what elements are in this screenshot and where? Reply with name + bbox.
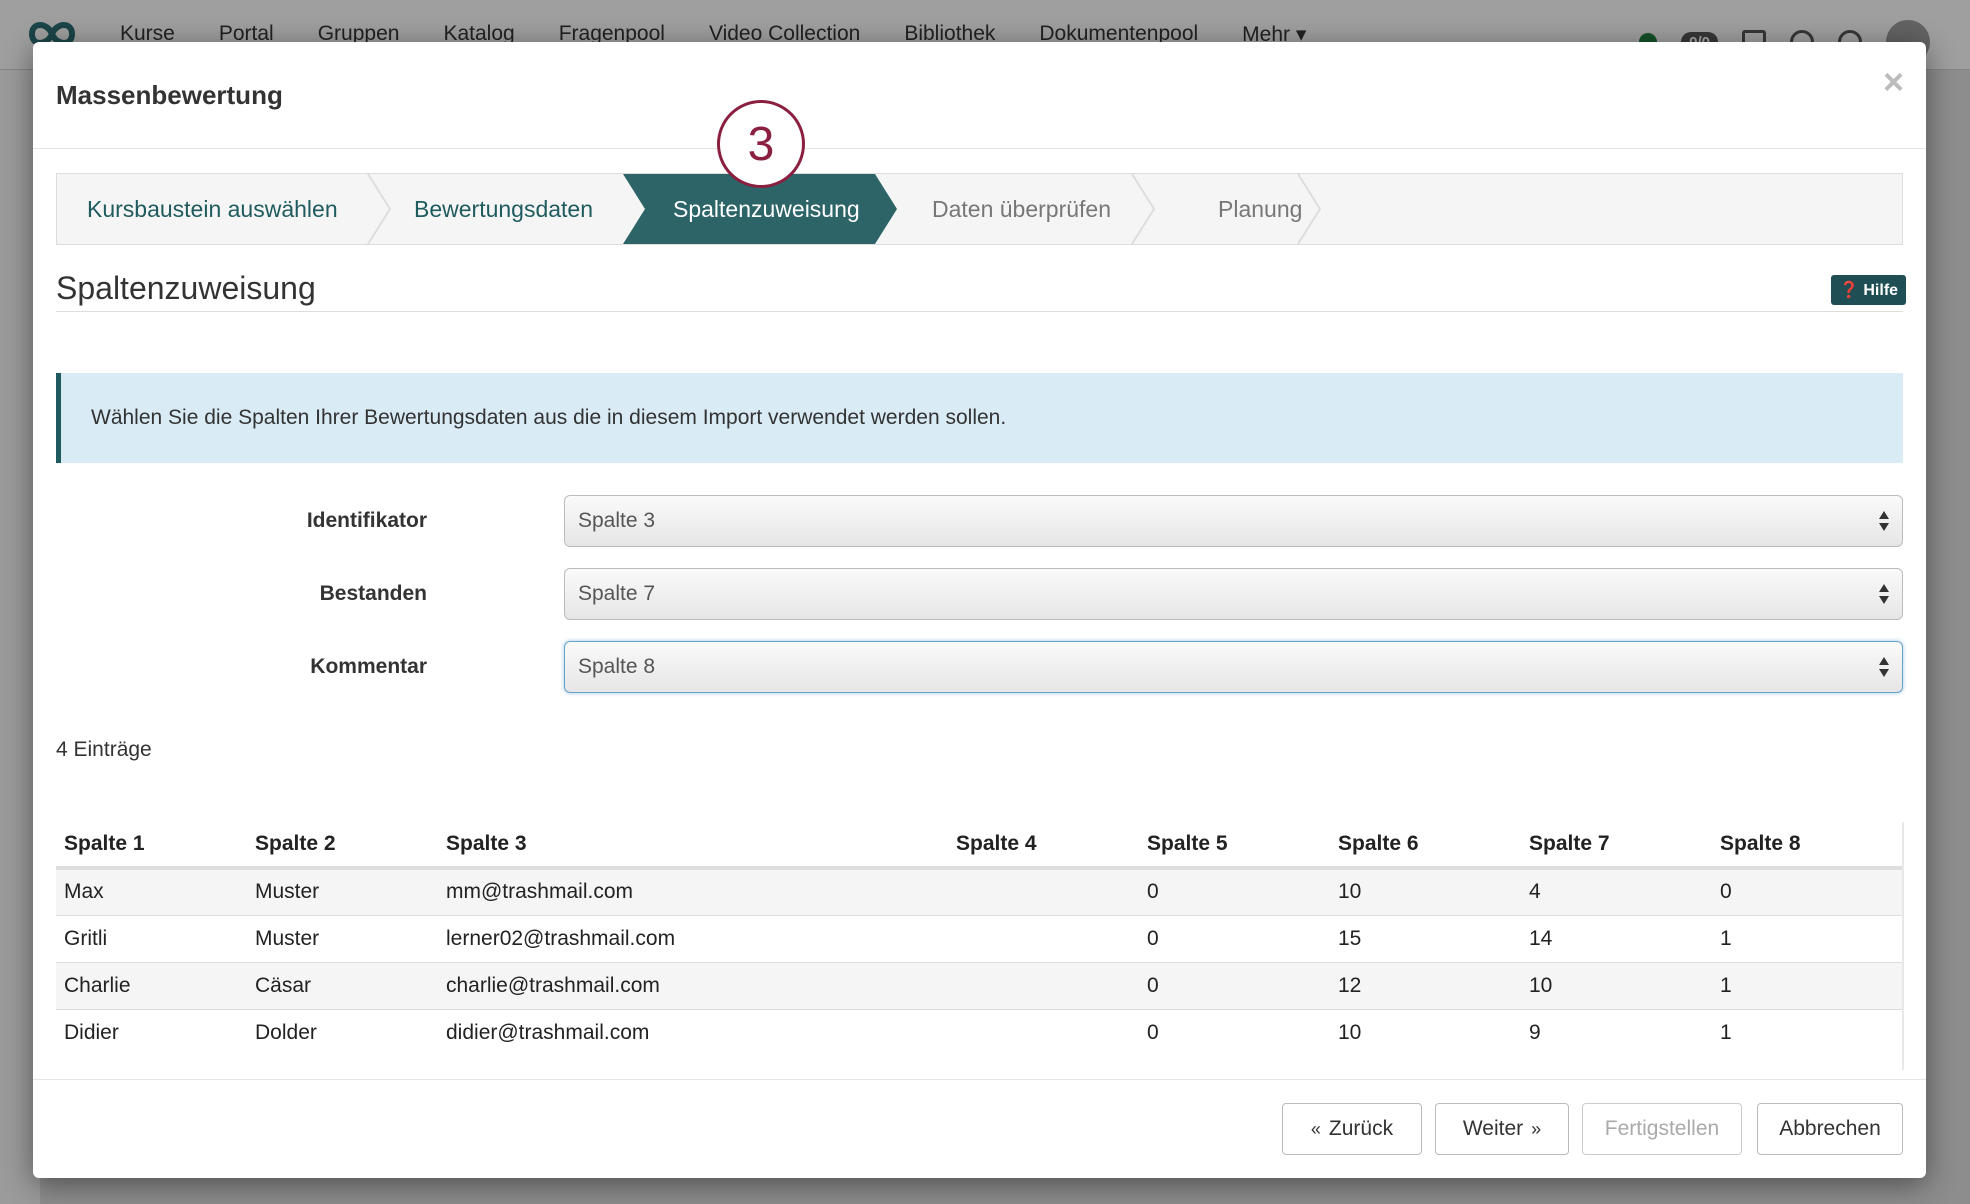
table-cell: Cäsar [247, 961, 438, 1009]
passed-select-value: Spalte 7 [578, 582, 656, 605]
double-chevron-left-icon: « [1310, 1118, 1321, 1139]
table-row: Max Muster mm@trashmail.com 0 10 4 0 [56, 867, 1903, 915]
cancel-button[interactable]: Abbrechen [1757, 1103, 1903, 1155]
column-header: Spalte 6 [1330, 822, 1521, 870]
table-cell: 1 [1712, 1008, 1903, 1056]
table-cell: lerner02@trashmail.com [438, 914, 948, 962]
column-header: Spalte 4 [948, 822, 1139, 870]
table-cell: charlie@trashmail.com [438, 961, 948, 1009]
passed-label: Bestanden [319, 582, 427, 605]
identifier-label: Identifikator [306, 509, 427, 532]
column-header: Spalte 7 [1521, 822, 1712, 870]
table-cell [948, 961, 1139, 1009]
table-cell: 12 [1330, 961, 1521, 1009]
table-cell: 14 [1521, 914, 1712, 962]
step-separator-icon [1131, 174, 1156, 244]
table-cell: Didier [56, 1008, 247, 1056]
table-cell: 0 [1139, 961, 1330, 1009]
select-arrows-icon [1879, 657, 1889, 677]
identifier-select[interactable]: Spalte 3 [564, 495, 1903, 547]
table-cell: Charlie [56, 961, 247, 1009]
back-button[interactable]: « Zurück [1282, 1103, 1422, 1155]
table-cell: 9 [1521, 1008, 1712, 1056]
table-cell: Max [56, 867, 247, 915]
form-row-identifier: Identifikator Spalte 3 [56, 495, 1903, 547]
table-cell: 0 [1139, 1008, 1330, 1056]
dialog-footer-divider [33, 1079, 1926, 1080]
column-header: Spalte 5 [1139, 822, 1330, 870]
step-assessment-data[interactable]: Bewertungsdaten [414, 174, 593, 244]
step-select-course-element[interactable]: Kursbaustein auswählen [87, 174, 338, 244]
table-cell: 0 [1712, 867, 1903, 915]
step-planning: Planung [1218, 195, 1303, 222]
info-message: Wählen Sie die Spalten Ihrer Bewertungsd… [56, 373, 1903, 463]
select-arrows-icon [1879, 511, 1889, 531]
finish-button[interactable]: Fertigstellen [1582, 1103, 1742, 1155]
page-title: Spaltenzuweisung [56, 270, 316, 306]
comment-select-value: Spalte 8 [578, 655, 656, 678]
entry-count: 4 Einträge [56, 738, 152, 761]
table-cell [948, 1008, 1139, 1056]
table-header-row: Spalte 1 Spalte 2 Spalte 3 Spalte 4 Spal… [56, 822, 1903, 870]
table-cell: 10 [1330, 867, 1521, 915]
double-chevron-right-icon: » [1531, 1118, 1542, 1139]
table-scroll-edge [1902, 822, 1904, 1070]
back-button-label: Zurück [1328, 1117, 1394, 1140]
form-row-passed: Bestanden Spalte 7 [56, 568, 1903, 620]
table-cell: 15 [1330, 914, 1521, 962]
close-icon[interactable]: × [1883, 64, 1904, 100]
help-icon: ❓ [1839, 282, 1859, 299]
dialog-title: Massenbewertung [56, 80, 283, 110]
step-check-data: Daten überprüfen [932, 195, 1112, 222]
column-header: Spalte 1 [56, 822, 247, 870]
bulk-assessment-dialog: Massenbewertung × Kursbaustein auswählen… [33, 42, 1926, 1178]
table-cell: Muster [247, 914, 438, 962]
table-cell: 0 [1139, 914, 1330, 962]
column-header: Spalte 3 [438, 822, 948, 870]
help-button[interactable]: ❓ Hilfe [1831, 275, 1907, 305]
table-cell [948, 867, 1139, 915]
data-preview-table: Spalte 1 Spalte 2 Spalte 3 Spalte 4 Spal… [56, 822, 1903, 1056]
table-cell: 1 [1712, 914, 1903, 962]
next-button[interactable]: Weiter » [1435, 1103, 1569, 1155]
table-row: Didier Dolder didier@trashmail.com 0 10 … [56, 1008, 1903, 1056]
table-cell: 1 [1712, 961, 1903, 1009]
table-row: Charlie Cäsar charlie@trashmail.com 0 12… [56, 961, 1903, 1009]
table-cell: Gritli [56, 914, 247, 962]
divider [56, 311, 1903, 312]
step-separator-icon [367, 174, 392, 244]
dialog-header: Massenbewertung × [33, 42, 1926, 149]
column-header: Spalte 2 [247, 822, 438, 870]
step-number-callout: 3 [717, 100, 805, 188]
comment-label: Kommentar [310, 655, 427, 678]
table-cell: 4 [1521, 867, 1712, 915]
table-cell: 10 [1521, 961, 1712, 1009]
table-cell: 10 [1330, 1008, 1521, 1056]
next-button-label: Weiter [1462, 1117, 1524, 1140]
help-label: Hilfe [1863, 282, 1899, 299]
table-cell: mm@trashmail.com [438, 867, 948, 915]
column-header: Spalte 8 [1712, 822, 1903, 870]
wizard-steps: Kursbaustein auswählen Bewertungsdaten S… [56, 173, 1903, 245]
identifier-select-value: Spalte 3 [578, 509, 656, 532]
table-cell: Muster [247, 867, 438, 915]
table-cell: didier@trashmail.com [438, 1008, 948, 1056]
table-cell: Dolder [247, 1008, 438, 1056]
table-row: Gritli Muster lerner02@trashmail.com 0 1… [56, 914, 1903, 962]
table-cell: 0 [1139, 867, 1330, 915]
table-cell [948, 914, 1139, 962]
select-arrows-icon [1879, 584, 1889, 604]
form-row-comment: Kommentar Spalte 8 [56, 641, 1903, 693]
passed-select[interactable]: Spalte 7 [564, 568, 1903, 620]
comment-select[interactable]: Spalte 8 [564, 641, 1903, 693]
